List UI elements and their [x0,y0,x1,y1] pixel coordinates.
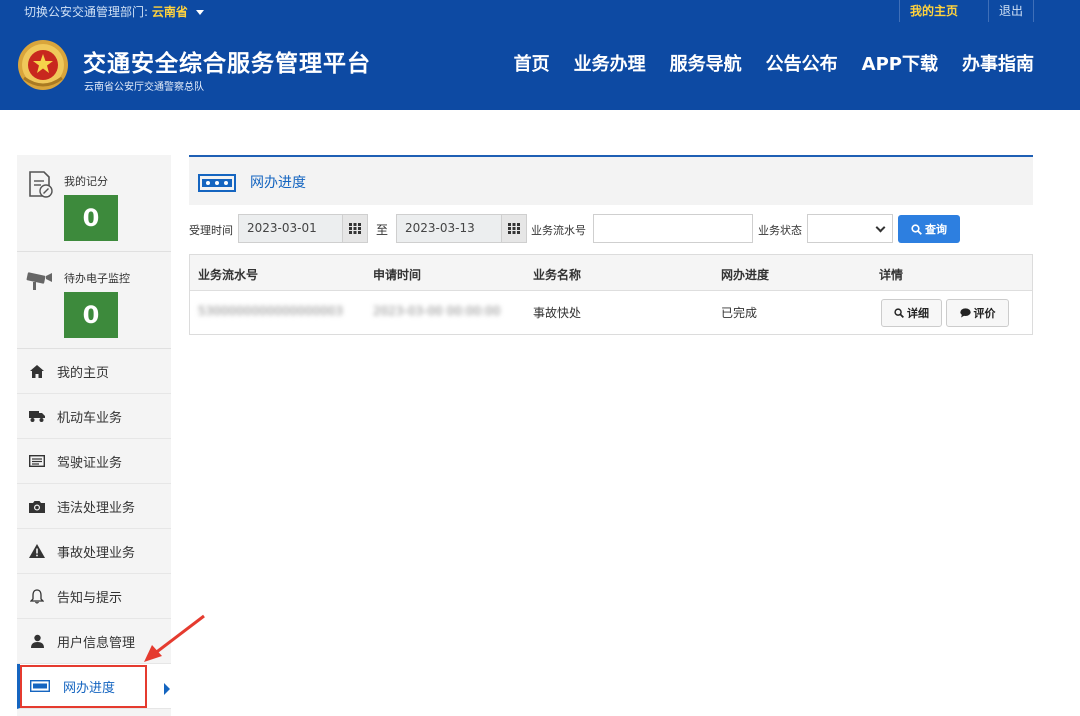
sidebar-item-vehicle[interactable]: 机动车业务 [17,394,171,439]
row-progress: 已完成 [721,306,758,320]
nav-home[interactable]: 首页 [514,50,550,76]
row-apply-time: 2023-03-00 00:00:00 [373,304,501,318]
score-card[interactable]: 我的记分 0 [17,155,171,252]
panel-title: 网办进度 [250,175,306,191]
bell-icon [29,588,45,604]
highlight-box [20,665,147,708]
nav-app-download[interactable]: APP下载 [862,50,938,76]
calendar-from-icon[interactable] [342,214,368,243]
score-value: 0 [64,195,118,241]
to-label: 至 [376,223,389,237]
detail-label: 详细 [907,307,929,320]
monitor-value: 0 [64,292,118,338]
date-from-value: 2023-03-01 [247,221,317,235]
document-edit-icon [29,171,53,198]
score-label: 我的记分 [64,175,108,188]
col-serial: 业务流水号 [198,268,259,282]
user-icon [29,633,45,649]
site-subtitle: 云南省公安厅交通警察总队 [84,82,204,93]
sidebar-item-label: 驾驶证业务 [57,455,123,471]
calendar-to-icon[interactable] [501,214,527,243]
chevron-down-icon [875,222,886,233]
progress-icon [198,174,236,192]
sidebar-item-my-home[interactable]: 我的主页 [17,349,171,394]
col-apply-time: 申请时间 [373,268,422,282]
table-row: 5300000000000000003 2023-03-00 00:00:00 … [190,291,1032,334]
top-strip: 切换公安交通管理部门: 云南省 我的主页 退出 [0,0,1080,22]
site-title: 交通安全综合服务管理平台 [83,51,371,77]
caret-down-icon[interactable] [195,10,204,15]
annotation-arrow [144,614,205,662]
truck-icon [29,408,45,424]
date-from-input[interactable]: 2023-03-01 [238,214,343,243]
id-card-icon [29,453,45,469]
main-nav: 首页 业务办理 服务导航 公告公布 APP下载 办事指南 [490,50,1034,76]
logout-link[interactable]: 退出 [987,0,1034,22]
nav-handling-guide[interactable]: 办事指南 [962,50,1034,76]
top-links: 我的主页 退出 [898,0,1034,22]
accept-time-label: 受理时间 [189,224,233,237]
review-label: 评价 [973,307,996,320]
search-icon [894,308,904,318]
nav-business[interactable]: 业务办理 [574,50,646,76]
col-detail: 详情 [879,268,904,282]
sidebar-item-label: 机动车业务 [57,410,123,426]
sidebar-item-label: 违法处理业务 [57,500,136,516]
serial-input[interactable] [593,214,753,243]
monitor-card[interactable]: 待办电子监控 0 [17,252,171,349]
warning-icon [29,543,45,559]
query-label: 查询 [925,223,947,236]
status-label: 业务状态 [758,224,802,237]
sidebar-item-violation[interactable]: 违法处理业务 [17,484,171,529]
sidebar-item-license[interactable]: 驾驶证业务 [17,439,171,484]
query-button[interactable]: 查询 [898,215,960,243]
sidebar-item-label: 用户信息管理 [57,635,136,651]
review-button[interactable]: 评价 [946,299,1009,327]
my-home-link[interactable]: 我的主页 [898,0,988,22]
row-serial: 5300000000000000003 [198,304,344,318]
camera-icon [29,498,45,514]
comment-icon [959,308,971,318]
progress-table: 业务流水号 申请时间 业务名称 网办进度 详情 5300000000000000… [189,254,1033,335]
site-header: 交通安全综合服务管理平台 云南省公安厅交通警察总队 首页 业务办理 服务导航 公… [0,22,1080,110]
nav-announcements[interactable]: 公告公布 [766,50,838,76]
active-indicator-arrow [164,683,170,695]
status-select[interactable] [807,214,893,243]
sidebar-item-accident[interactable]: 事故处理业务 [17,529,171,574]
department-switcher[interactable]: 切换公安交通管理部门: 云南省 [24,3,204,20]
table-header: 业务流水号 申请时间 业务名称 网办进度 详情 [190,255,1032,291]
serial-label: 业务流水号 [531,224,586,237]
main-content: 网办进度 受理时间 2023-03-01 至 2023-03-13 业务流水号 … [189,155,1033,335]
sidebar-item-label: 告知与提示 [57,590,123,606]
search-icon [911,223,922,235]
police-emblem-icon [18,40,68,90]
sidebar-item-label: 我的主页 [57,365,110,381]
date-to-input[interactable]: 2023-03-13 [396,214,502,243]
department-prefix: 切换公安交通管理部门: [24,5,149,19]
col-business-name: 业务名称 [533,268,582,282]
panel-header: 网办进度 [189,155,1033,205]
nav-service-guide[interactable]: 服务导航 [670,50,742,76]
surveillance-camera-icon [26,272,52,290]
col-progress: 网办进度 [721,268,770,282]
row-business-name: 事故快处 [533,306,582,320]
department-name[interactable]: 云南省 [152,5,188,19]
sidebar-item-label: 事故处理业务 [57,545,136,561]
date-to-value: 2023-03-13 [405,221,475,235]
monitor-label: 待办电子监控 [64,272,130,285]
home-icon [29,363,45,379]
detail-button[interactable]: 详细 [881,299,942,327]
